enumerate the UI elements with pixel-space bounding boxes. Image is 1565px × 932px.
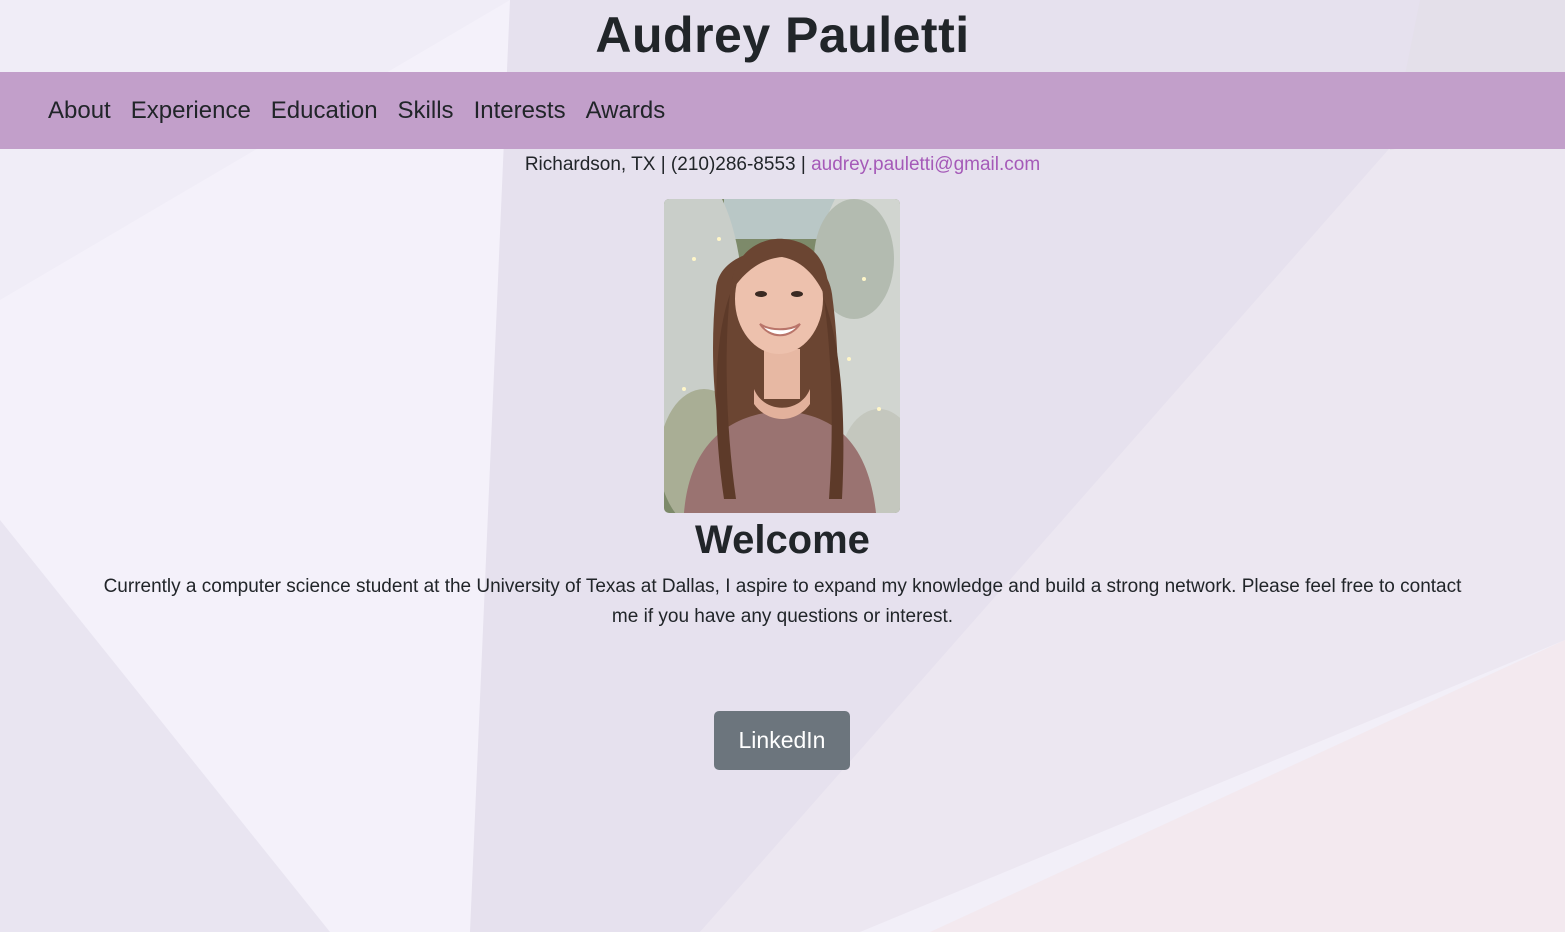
contact-info: Richardson, TX | (210)286-8553 | audrey.… [0, 152, 1565, 178]
contact-location: Richardson, TX [524, 154, 656, 175]
nav-item-education[interactable]: Education [261, 72, 388, 149]
profile-photo [664, 199, 900, 513]
nav-item-experience[interactable]: Experience [121, 72, 261, 149]
nav-item-skills[interactable]: Skills [388, 72, 464, 149]
welcome-heading: Welcome [695, 518, 870, 562]
contact-email-link[interactable]: audrey.pauletti@gmail.com [811, 154, 1040, 175]
page-title: Audrey Pauletti [595, 7, 970, 63]
nav-item-about[interactable]: About [38, 72, 121, 149]
portrait-illustration [664, 199, 900, 513]
nav-list: About Experience Education Skills Intere… [38, 72, 675, 149]
nav-item-awards[interactable]: Awards [576, 72, 676, 149]
contact-phone: (210)286-8553 [670, 154, 796, 175]
contact-separator: | [660, 154, 666, 175]
page-content: Audrey Pauletti About Experience Educati… [0, 0, 1565, 932]
nav-item-interests[interactable]: Interests [464, 72, 576, 149]
navbar: About Experience Education Skills Intere… [0, 72, 1565, 149]
contact-separator: | [800, 154, 806, 175]
intro-text: Currently a computer science student at … [103, 576, 1462, 627]
linkedin-button[interactable]: LinkedIn [714, 711, 850, 770]
